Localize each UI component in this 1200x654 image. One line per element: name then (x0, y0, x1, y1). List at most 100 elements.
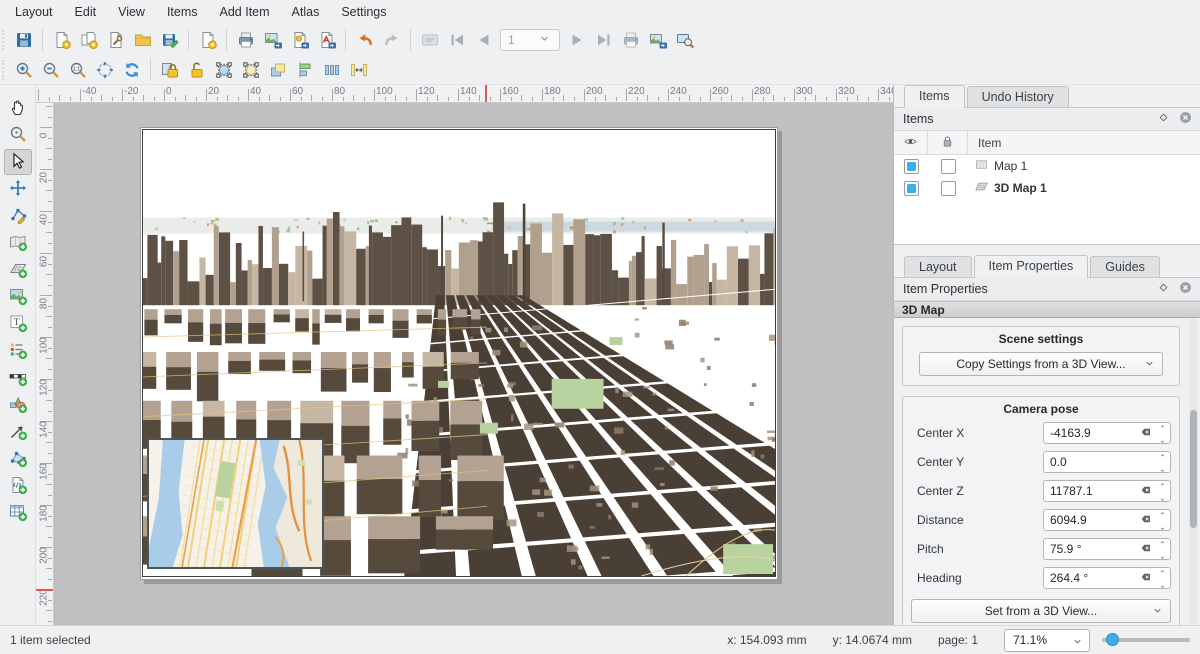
spin-arrows[interactable] (1155, 568, 1170, 588)
zoom-full-button[interactable] (91, 57, 118, 83)
visibility-checkbox[interactable] (904, 159, 919, 174)
distribute-items-button[interactable] (318, 57, 345, 83)
pan-tool-button[interactable] (4, 95, 32, 121)
zoom-actual-button[interactable]: 1:1 (64, 57, 91, 83)
clear-button[interactable] (1137, 483, 1155, 499)
add-arrow-button[interactable] (4, 419, 32, 445)
distance-input[interactable] (1044, 513, 1137, 527)
export-svg-button[interactable] (286, 27, 313, 53)
center-z-spinbox[interactable] (1043, 480, 1171, 502)
center-y-input[interactable] (1044, 455, 1155, 469)
heading-spinbox[interactable] (1043, 567, 1171, 589)
tab-undo-history[interactable]: Undo History (967, 86, 1069, 107)
export-image-button[interactable] (259, 27, 286, 53)
tab-layout[interactable]: Layout (904, 256, 972, 277)
add-shape-button[interactable] (4, 392, 32, 418)
atlas-settings-button[interactable] (416, 27, 443, 53)
add-pages-button[interactable] (194, 27, 221, 53)
add-3d-map-button[interactable] (4, 257, 32, 283)
clear-button[interactable] (1137, 425, 1155, 441)
add-picture-button[interactable] (4, 284, 32, 310)
tab-item-properties[interactable]: Item Properties (974, 255, 1089, 278)
clear-button[interactable] (1137, 570, 1155, 586)
zoom-tool-button[interactable] (4, 122, 32, 148)
atlas-page-input[interactable] (501, 33, 537, 47)
tab-items[interactable]: Items (904, 85, 965, 108)
close-panel-button[interactable] (1176, 110, 1194, 128)
float-panel-button[interactable] (1154, 110, 1172, 128)
atlas-page-combo[interactable] (500, 29, 560, 51)
atlas-previous-button[interactable] (470, 27, 497, 53)
undo-button[interactable] (351, 27, 378, 53)
export-atlas-button[interactable] (644, 27, 671, 53)
atlas-last-button[interactable] (590, 27, 617, 53)
layout-page[interactable] (140, 127, 778, 580)
spin-arrows[interactable] (1155, 423, 1170, 443)
save-project-button[interactable] (10, 27, 37, 53)
select-move-item-button[interactable] (4, 149, 32, 175)
menu-atlas[interactable]: Atlas (281, 2, 331, 22)
move-item-content-button[interactable] (4, 176, 32, 202)
menu-add-item[interactable]: Add Item (209, 2, 281, 22)
menu-view[interactable]: View (107, 2, 156, 22)
tab-guides[interactable]: Guides (1090, 256, 1160, 277)
clear-button[interactable] (1137, 541, 1155, 557)
spin-arrows[interactable] (1155, 510, 1170, 530)
save-template-button[interactable] (156, 27, 183, 53)
print-atlas-button[interactable] (617, 27, 644, 53)
layout-canvas[interactable] (54, 103, 893, 625)
properties-scrollbar[interactable] (1189, 318, 1198, 624)
deselect-all-button[interactable] (237, 57, 264, 83)
add-label-button[interactable]: T (4, 311, 32, 337)
zoom-level-combo[interactable]: 71.1% (1004, 629, 1090, 652)
add-map-button[interactable] (4, 230, 32, 256)
menu-edit[interactable]: Edit (64, 2, 108, 22)
atlas-first-button[interactable] (443, 27, 470, 53)
spin-arrows[interactable] (1155, 481, 1170, 501)
table-row-3dmap1[interactable]: 3D Map 1 (894, 177, 1200, 199)
spin-arrows[interactable] (1155, 539, 1170, 559)
zoom-out-button[interactable] (37, 57, 64, 83)
center-x-spinbox[interactable] (1043, 422, 1171, 444)
layout-manager-button[interactable] (102, 27, 129, 53)
add-scalebar-button[interactable] (4, 365, 32, 391)
menu-layout[interactable]: Layout (4, 2, 64, 22)
add-html-button[interactable] (4, 473, 32, 499)
copy-settings-button[interactable]: Copy Settings from a 3D View... (919, 352, 1163, 376)
redo-button[interactable] (378, 27, 405, 53)
menu-settings[interactable]: Settings (330, 2, 397, 22)
pitch-input[interactable] (1044, 542, 1137, 556)
add-legend-button[interactable] (4, 338, 32, 364)
center-x-input[interactable] (1044, 426, 1137, 440)
atlas-next-button[interactable] (563, 27, 590, 53)
close-panel-button[interactable] (1176, 280, 1194, 298)
visibility-checkbox[interactable] (904, 181, 919, 196)
export-pdf-button[interactable] (313, 27, 340, 53)
raise-items-button[interactable] (264, 57, 291, 83)
print-button[interactable] (232, 27, 259, 53)
menu-items[interactable]: Items (156, 2, 209, 22)
scrollbar-handle[interactable] (1190, 410, 1197, 528)
add-node-item-button[interactable] (4, 446, 32, 472)
slider-handle[interactable] (1106, 633, 1119, 646)
zoom-in-button[interactable] (10, 57, 37, 83)
center-y-spinbox[interactable] (1043, 451, 1171, 473)
lock-items-button[interactable] (156, 57, 183, 83)
zoom-slider[interactable] (1102, 630, 1190, 650)
select-all-button[interactable] (210, 57, 237, 83)
spin-arrows[interactable] (1155, 452, 1170, 472)
preview-atlas-button[interactable] (671, 27, 698, 53)
add-attribute-table-button[interactable] (4, 500, 32, 526)
distance-spinbox[interactable] (1043, 509, 1171, 531)
load-template-button[interactable] (129, 27, 156, 53)
table-row-map1[interactable]: Map 1 (894, 155, 1200, 177)
center-z-input[interactable] (1044, 484, 1137, 498)
float-panel-button[interactable] (1154, 280, 1172, 298)
set-from-3d-view-button[interactable]: Set from a 3D View... (911, 599, 1171, 623)
heading-input[interactable] (1044, 571, 1137, 585)
map-item[interactable] (147, 438, 324, 569)
pitch-spinbox[interactable] (1043, 538, 1171, 560)
duplicate-layout-button[interactable] (75, 27, 102, 53)
edit-nodes-item-button[interactable] (4, 203, 32, 229)
resize-items-button[interactable] (345, 57, 372, 83)
